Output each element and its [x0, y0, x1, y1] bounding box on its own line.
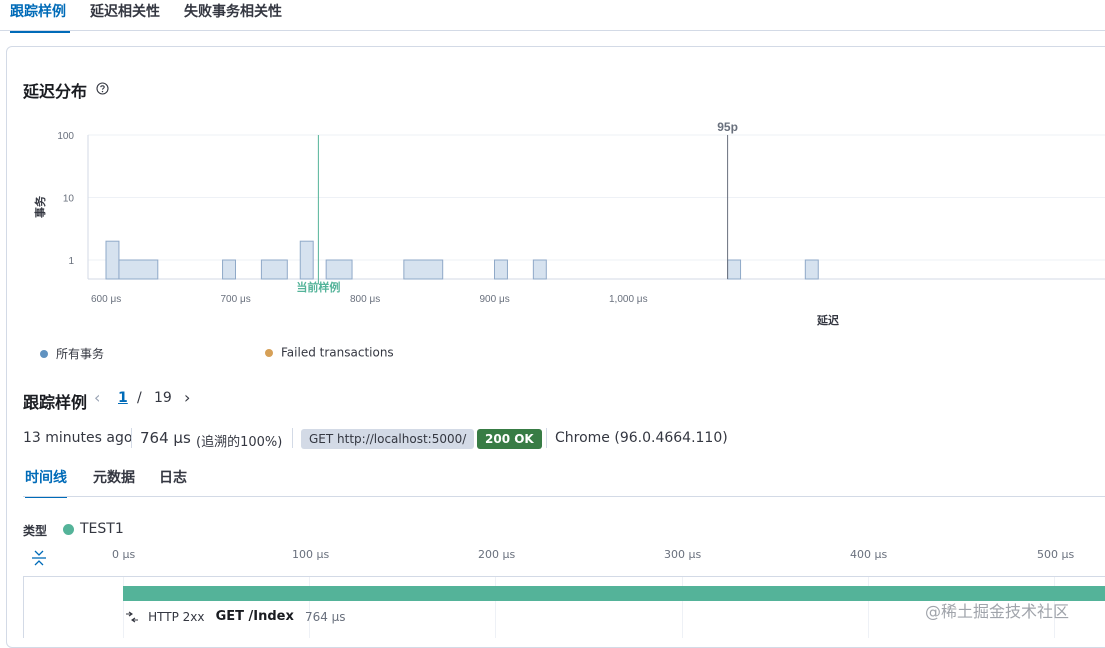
exit-span-icon — [126, 611, 138, 622]
y-axis-label: 事务 — [33, 195, 47, 218]
histogram-bar[interactable] — [105, 240, 120, 280]
divider — [292, 428, 293, 448]
x-tick-label: 900 μs — [480, 294, 510, 305]
watermark: @稀土掘金技术社区 — [925, 602, 1070, 621]
tab-timeline[interactable]: 时间线 — [25, 470, 67, 498]
histogram-bar[interactable] — [494, 259, 508, 280]
histogram-bar[interactable] — [532, 259, 547, 280]
histogram-bar[interactable] — [299, 240, 314, 280]
user-agent: Chrome (96.0.4664.110) — [555, 430, 728, 446]
tab-metadata[interactable]: 元数据 — [93, 470, 135, 496]
status-badge: 200 OK — [477, 429, 542, 449]
histogram-bar[interactable] — [727, 259, 742, 280]
timeline-tick: 300 μs — [664, 548, 702, 561]
timeline-tick: 500 μs — [1037, 548, 1075, 561]
total-pages: 19 — [154, 390, 172, 406]
tab-trace-samples[interactable]: 跟踪样例 — [10, 0, 70, 33]
span-row[interactable]: HTTP 2xx GET /Index 764 μs — [125, 606, 346, 624]
service-name: TEST1 — [80, 521, 124, 537]
span-http-status: HTTP 2xx — [148, 609, 205, 624]
tab-logs[interactable]: 日志 — [159, 470, 187, 496]
divider — [131, 428, 132, 448]
request-badge: GET http://localhost:5000/ — [301, 429, 475, 449]
span-duration: 764 μs — [304, 609, 346, 624]
type-label: 类型 — [23, 524, 48, 538]
y-tick-label: 100 — [57, 131, 74, 142]
legend-label: 所有事务 — [56, 347, 105, 361]
histogram-bar[interactable] — [804, 259, 819, 280]
timeline-tick: 200 μs — [478, 548, 516, 561]
legend-dot — [40, 349, 48, 358]
trace-samples-title: 跟踪样例 — [23, 393, 88, 412]
x-axis-label: 延迟 — [816, 313, 839, 327]
current-sample-label: 当前样例 — [296, 280, 340, 294]
histogram-bar[interactable] — [260, 259, 288, 280]
current-page[interactable]: 1 — [118, 390, 128, 406]
y-tick-label: 1 — [68, 256, 74, 267]
page-separator: / — [137, 390, 142, 406]
histogram-bar[interactable] — [325, 259, 353, 280]
histogram-bar[interactable] — [118, 259, 159, 280]
x-tick-label: 800 μs — [350, 294, 380, 305]
chevron-left-icon[interactable]: ‹ — [94, 388, 100, 407]
tab-latency-correlations[interactable]: 延迟相关性 — [90, 0, 160, 31]
question-circle-icon[interactable] — [96, 82, 109, 95]
legend-dot — [265, 348, 273, 357]
legend-item-failed[interactable]: Failed transactions — [265, 345, 394, 361]
latency-distribution-title: 延迟分布 — [23, 82, 88, 101]
timeline-tick: 400 μs — [850, 548, 888, 561]
timeline-tick: 100 μs — [292, 548, 330, 561]
sample-duration: 764 μs — [140, 429, 191, 447]
latency-distribution-chart: 100101 600 μs 700 μs 800 μs 900 μs 1,000 μs … — [33, 120, 1105, 327]
tabs-divider — [0, 30, 1105, 31]
y-tick-label: 10 — [63, 194, 75, 205]
x-tick-label: 600 μs — [91, 294, 121, 305]
histogram-bar[interactable] — [403, 259, 444, 280]
legend-label: Failed transactions — [281, 345, 394, 360]
collapse-all-icon[interactable] — [31, 549, 47, 567]
service-color-dot — [63, 524, 74, 535]
histogram-bar[interactable] — [222, 259, 237, 280]
chevron-right-icon[interactable]: › — [184, 388, 190, 407]
trace-percent: (追溯的100%) — [196, 435, 283, 450]
sample-timestamp: 13 minutes ago — [23, 430, 133, 446]
span-name: GET /Index — [215, 609, 294, 624]
tab-failed-transactions-correlations[interactable]: 失败事务相关性 — [184, 0, 282, 31]
subtabs-divider — [23, 496, 1105, 497]
divider — [546, 428, 547, 448]
x-tick-label: 700 μs — [221, 294, 251, 305]
timeline-tick: 0 μs — [112, 548, 136, 561]
x-tick-label: 1,000 μs — [609, 294, 648, 305]
legend-item-all[interactable]: 所有事务 — [40, 345, 104, 361]
percentile-95-label: 95p — [717, 120, 738, 134]
